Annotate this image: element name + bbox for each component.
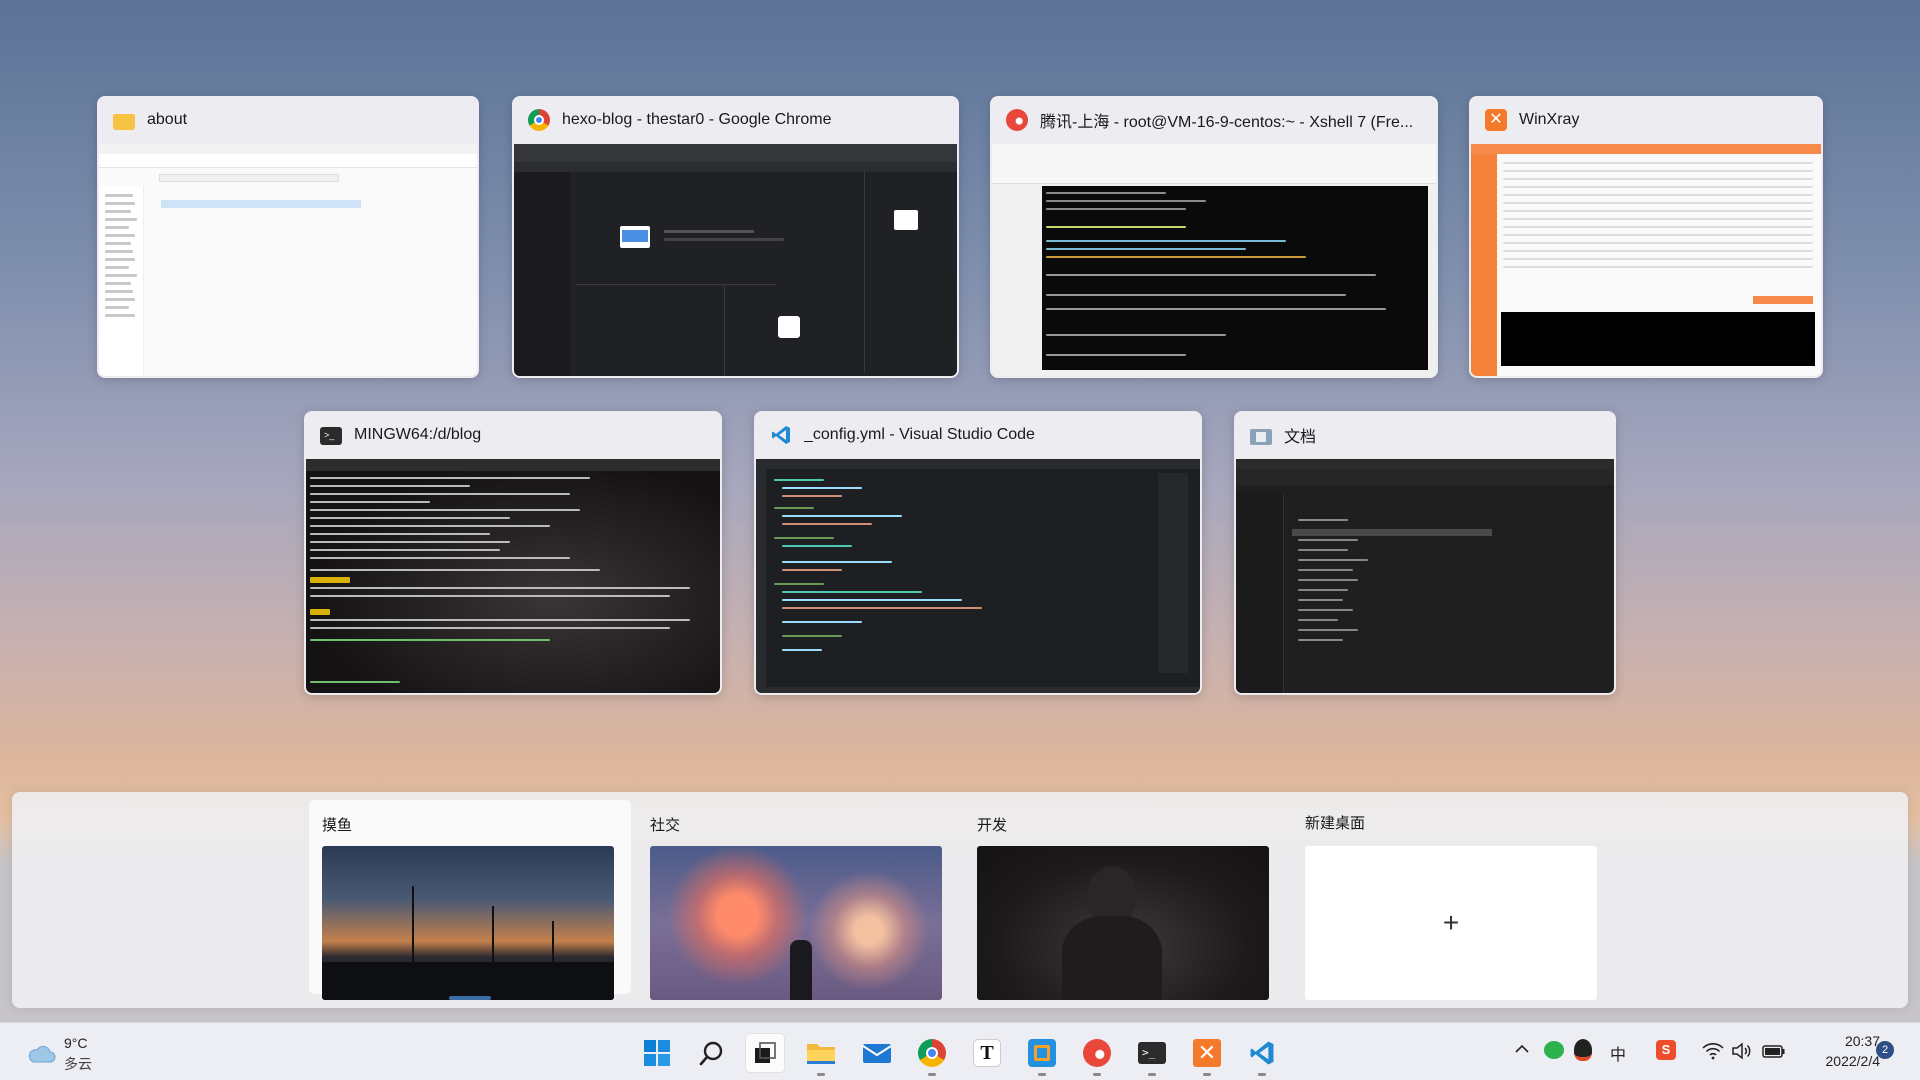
task-view-icon	[755, 1042, 776, 1063]
running-indicator	[1258, 1073, 1266, 1076]
window-title: 腾讯-上海 - root@VM-16-9-centos:~ - Xshell 7…	[1040, 114, 1414, 131]
qq-icon[interactable]	[1574, 1039, 1592, 1061]
remote-app-button[interactable]	[1022, 1033, 1062, 1076]
plus-icon: +	[1442, 907, 1460, 938]
start-button[interactable]	[637, 1033, 677, 1073]
tray-overflow-chevron-icon[interactable]	[1514, 1041, 1532, 1059]
chrome-button[interactable]	[912, 1033, 952, 1076]
file-explorer-icon	[807, 1044, 835, 1064]
vscode-icon	[770, 424, 792, 446]
virtual-desktops-panel: 摸鱼 社交 开发 新建桌面 +	[12, 792, 1908, 1008]
xshell-icon	[1006, 109, 1028, 131]
window-documents[interactable]: 文档	[1234, 411, 1616, 695]
desktop-wallpaper-windmills	[322, 846, 614, 1000]
window-thumbnail	[756, 459, 1200, 693]
desktop-kaifa[interactable]: 开发	[964, 800, 1286, 1000]
window-about[interactable]: about	[97, 96, 479, 378]
typora-icon: T	[973, 1039, 1001, 1067]
window-thumbnail	[306, 459, 720, 693]
weather-widget[interactable]: 9°C 多云	[24, 1033, 104, 1073]
running-indicator	[817, 1073, 825, 1076]
remote-app-icon	[1028, 1039, 1056, 1067]
sogou-icon[interactable]: S	[1656, 1040, 1676, 1060]
xshell-button[interactable]	[1077, 1033, 1117, 1076]
window-chrome[interactable]: hexo-blog - thestar0 - Google Chrome	[512, 96, 959, 378]
running-indicator	[1038, 1073, 1046, 1076]
terminal-icon: >_	[320, 427, 342, 445]
vscode-icon	[1250, 1041, 1274, 1065]
terminal-button[interactable]: >_	[1132, 1033, 1172, 1076]
window-thumbnail	[1471, 144, 1821, 376]
window-thumbnail	[99, 144, 477, 376]
winxray-button[interactable]: ✕	[1187, 1033, 1227, 1076]
clock[interactable]: 20:37 2022/2/4	[1808, 1031, 1881, 1073]
search-button[interactable]	[692, 1033, 732, 1073]
window-xshell[interactable]: 腾讯-上海 - root@VM-16-9-centos:~ - Xshell 7…	[990, 96, 1438, 378]
running-indicator	[1093, 1073, 1101, 1076]
window-title: _config.yml - Visual Studio Code	[804, 426, 1035, 443]
folder-icon	[113, 113, 135, 130]
chrome-icon	[918, 1039, 946, 1067]
wechat-icon[interactable]	[1544, 1041, 1564, 1059]
documents-folder-icon	[1250, 428, 1272, 445]
desktop-moyu[interactable]: 摸鱼	[309, 800, 631, 1000]
weather-condition: 多云	[64, 1056, 92, 1072]
taskbar: 9°C 多云 T >_ ✕ 中 S 20:37 2022/2/4 2	[0, 1022, 1920, 1080]
typora-button[interactable]: T	[967, 1033, 1007, 1073]
window-vscode[interactable]: _config.yml - Visual Studio Code	[754, 411, 1202, 695]
ime-indicator[interactable]: 中	[1610, 1041, 1626, 1065]
winxray-icon: ✕	[1193, 1039, 1221, 1067]
new-desktop-button[interactable]: +	[1305, 846, 1597, 1000]
window-title: MINGW64:/d/blog	[354, 426, 482, 443]
clock-time: 20:37	[1844, 1033, 1880, 1049]
running-indicator	[1203, 1073, 1211, 1076]
window-title: WinXray	[1519, 111, 1580, 128]
desktop-label: 摸鱼	[322, 817, 353, 834]
vscode-button[interactable]	[1242, 1033, 1282, 1076]
chrome-icon	[528, 109, 550, 131]
active-desktop-indicator	[449, 996, 491, 1000]
notification-badge[interactable]: 2	[1876, 1041, 1894, 1059]
wifi-icon[interactable]	[1702, 1042, 1724, 1060]
clock-date: 2022/2/4	[1825, 1053, 1881, 1069]
desktop-shejiao[interactable]: 社交	[637, 800, 959, 1000]
mail-button[interactable]	[857, 1033, 897, 1073]
window-title: hexo-blog - thestar0 - Google Chrome	[562, 111, 832, 128]
volume-icon[interactable]	[1731, 1042, 1753, 1060]
desktop-wallpaper-portrait	[977, 846, 1269, 1000]
task-view-button[interactable]	[745, 1033, 785, 1073]
desktop-label: 社交	[650, 817, 681, 834]
new-desktop[interactable]: 新建桌面 +	[1292, 800, 1614, 1000]
battery-icon[interactable]	[1762, 1043, 1786, 1059]
cloud-icon	[28, 1045, 56, 1063]
running-indicator	[1148, 1073, 1156, 1076]
desktop-label: 开发	[977, 817, 1008, 834]
window-thumbnail	[514, 144, 957, 376]
window-title: 文档	[1284, 429, 1317, 446]
search-icon	[699, 1041, 723, 1066]
file-explorer-button[interactable]	[801, 1033, 841, 1076]
window-thumbnail	[1236, 459, 1614, 693]
winxray-icon: ✕	[1485, 109, 1507, 131]
terminal-icon: >_	[1138, 1042, 1166, 1064]
window-mingw64[interactable]: >_ MINGW64:/d/blog	[304, 411, 722, 695]
new-desktop-label: 新建桌面	[1305, 815, 1366, 832]
xshell-icon	[1083, 1039, 1111, 1067]
window-title: about	[147, 111, 188, 128]
window-winxray[interactable]: ✕ WinXray	[1469, 96, 1823, 378]
desktop-wallpaper-fireworks	[650, 846, 942, 1000]
running-indicator	[928, 1073, 936, 1076]
weather-temp: 9°C	[64, 1035, 88, 1051]
window-thumbnail	[992, 144, 1436, 376]
start-icon	[644, 1040, 670, 1066]
mail-icon	[862, 1044, 892, 1063]
